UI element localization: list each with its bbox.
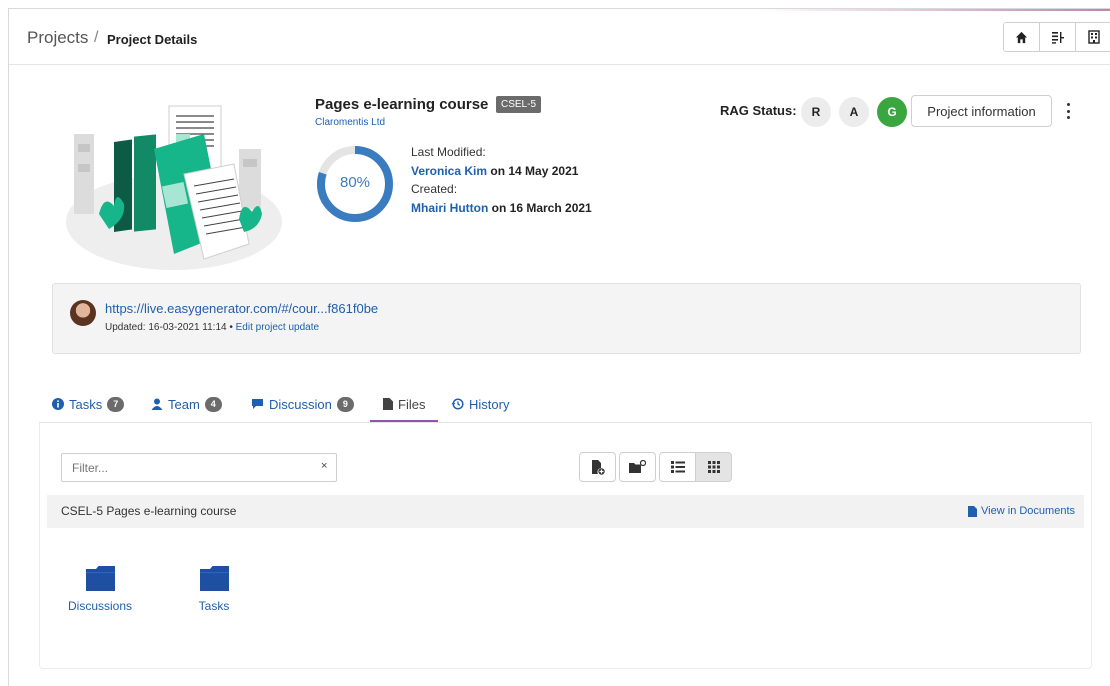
project-company-link[interactable]: Claromentis Ltd xyxy=(315,117,385,128)
kebab-dot xyxy=(1066,116,1070,119)
history-icon xyxy=(451,398,464,410)
kebab-dot xyxy=(1066,109,1070,113)
avatar xyxy=(70,300,96,326)
tab-history[interactable]: History xyxy=(451,394,509,414)
breadcrumb-current: Project Details xyxy=(107,32,198,47)
more-options-button[interactable] xyxy=(1062,101,1074,121)
info-icon xyxy=(52,398,64,410)
breadcrumb-projects[interactable]: Projects xyxy=(27,28,88,48)
header-button-group xyxy=(1003,22,1110,52)
tree-list-icon xyxy=(1051,31,1064,44)
folder-label: Tasks xyxy=(198,599,230,613)
view-in-documents-label: View in Documents xyxy=(981,505,1075,517)
home-button[interactable] xyxy=(1004,23,1040,51)
folder-discussions[interactable]: Discussions xyxy=(55,566,145,613)
tab-team-label: Team xyxy=(168,396,200,412)
tab-tasks[interactable]: Tasks 7 xyxy=(52,394,125,414)
tab-history-label: History xyxy=(469,396,510,412)
progress-percent: 80% xyxy=(339,174,371,191)
document-icon xyxy=(968,505,978,517)
tab-discussion[interactable]: Discussion 9 xyxy=(251,394,354,414)
tab-team[interactable]: Team 4 xyxy=(151,394,222,414)
page-header: Projects / Project Details xyxy=(9,9,1110,65)
project-title: Pages e-learning course xyxy=(315,96,489,113)
tab-files[interactable]: Files xyxy=(383,394,425,414)
tab-bar: Tasks 7 Team 4 Discussion 9 Files Histor… xyxy=(39,386,1092,423)
grid-icon xyxy=(707,461,720,473)
add-file-button[interactable] xyxy=(579,452,616,482)
rag-status-label: RAG Status: xyxy=(720,103,797,118)
last-modified-value: Veronica Kim on 14 May 2021 xyxy=(411,164,578,178)
tab-discussion-label: Discussion xyxy=(269,396,332,412)
tab-tasks-count: 7 xyxy=(107,396,125,412)
rag-amber-button[interactable]: A xyxy=(839,97,869,127)
view-in-documents-link[interactable]: View in Documents xyxy=(968,505,1075,517)
created-value: Mhairi Hutton on 16 March 2021 xyxy=(411,201,592,215)
list-view-button[interactable] xyxy=(659,452,696,482)
project-url-link[interactable]: https://live.easygenerator.com/#/cour...… xyxy=(105,301,378,316)
project-illustration xyxy=(66,105,282,270)
updated-timestamp: Updated: 16-03-2021 11:14 • xyxy=(105,322,236,333)
home-icon xyxy=(1015,31,1028,43)
folder-icon xyxy=(85,566,115,591)
filter-clear-button[interactable]: × xyxy=(321,460,327,472)
project-information-button[interactable]: Project information xyxy=(911,95,1052,127)
tree-view-button[interactable] xyxy=(1040,23,1076,51)
organisation-button[interactable] xyxy=(1076,23,1110,51)
last-modified-user-link[interactable]: Veronica Kim xyxy=(411,164,487,178)
created-label: Created: xyxy=(411,182,458,196)
active-tab-indicator xyxy=(370,420,438,422)
edit-project-update-link[interactable]: Edit project update xyxy=(236,322,319,333)
folder-path-bar: CSEL-5 Pages e-learning course View in D… xyxy=(47,495,1084,528)
filter-input[interactable] xyxy=(61,453,337,482)
tab-tasks-label: Tasks xyxy=(69,396,103,412)
user-icon xyxy=(151,398,163,410)
comment-icon xyxy=(252,399,263,409)
kebab-dot xyxy=(1066,103,1070,106)
last-modified-date: on 14 May 2021 xyxy=(487,164,579,178)
tab-files-label: Files xyxy=(398,396,426,412)
created-date: on 16 March 2021 xyxy=(488,201,592,215)
project-update-box: https://live.easygenerator.com/#/cour...… xyxy=(52,283,1081,354)
building-icon xyxy=(1088,30,1100,44)
folder-add-icon xyxy=(629,460,646,473)
add-folder-button[interactable] xyxy=(619,452,656,482)
folder-tasks[interactable]: Tasks xyxy=(169,566,259,613)
rag-red-button[interactable]: R xyxy=(801,97,831,127)
tab-team-count: 4 xyxy=(204,396,222,412)
created-user-link[interactable]: Mhairi Hutton xyxy=(411,201,488,215)
update-meta: Updated: 16-03-2021 11:14 • Edit project… xyxy=(105,322,319,333)
tab-discussion-count: 9 xyxy=(336,396,354,412)
app-window: Projects / Project Details Pages e-learn… xyxy=(8,8,1110,686)
rag-green-button[interactable]: G xyxy=(877,97,907,127)
breadcrumb-separator: / xyxy=(94,29,99,46)
folder-icon xyxy=(199,566,229,591)
list-icon xyxy=(670,461,685,473)
file-add-icon xyxy=(591,459,605,475)
folder-label: Discussions xyxy=(67,599,133,613)
grid-view-button[interactable] xyxy=(695,452,732,482)
file-icon xyxy=(383,398,393,410)
last-modified-label: Last Modified: xyxy=(411,145,486,159)
project-code-badge: CSEL-5 xyxy=(496,96,542,113)
folder-path-title: CSEL-5 Pages e-learning course xyxy=(61,504,237,518)
